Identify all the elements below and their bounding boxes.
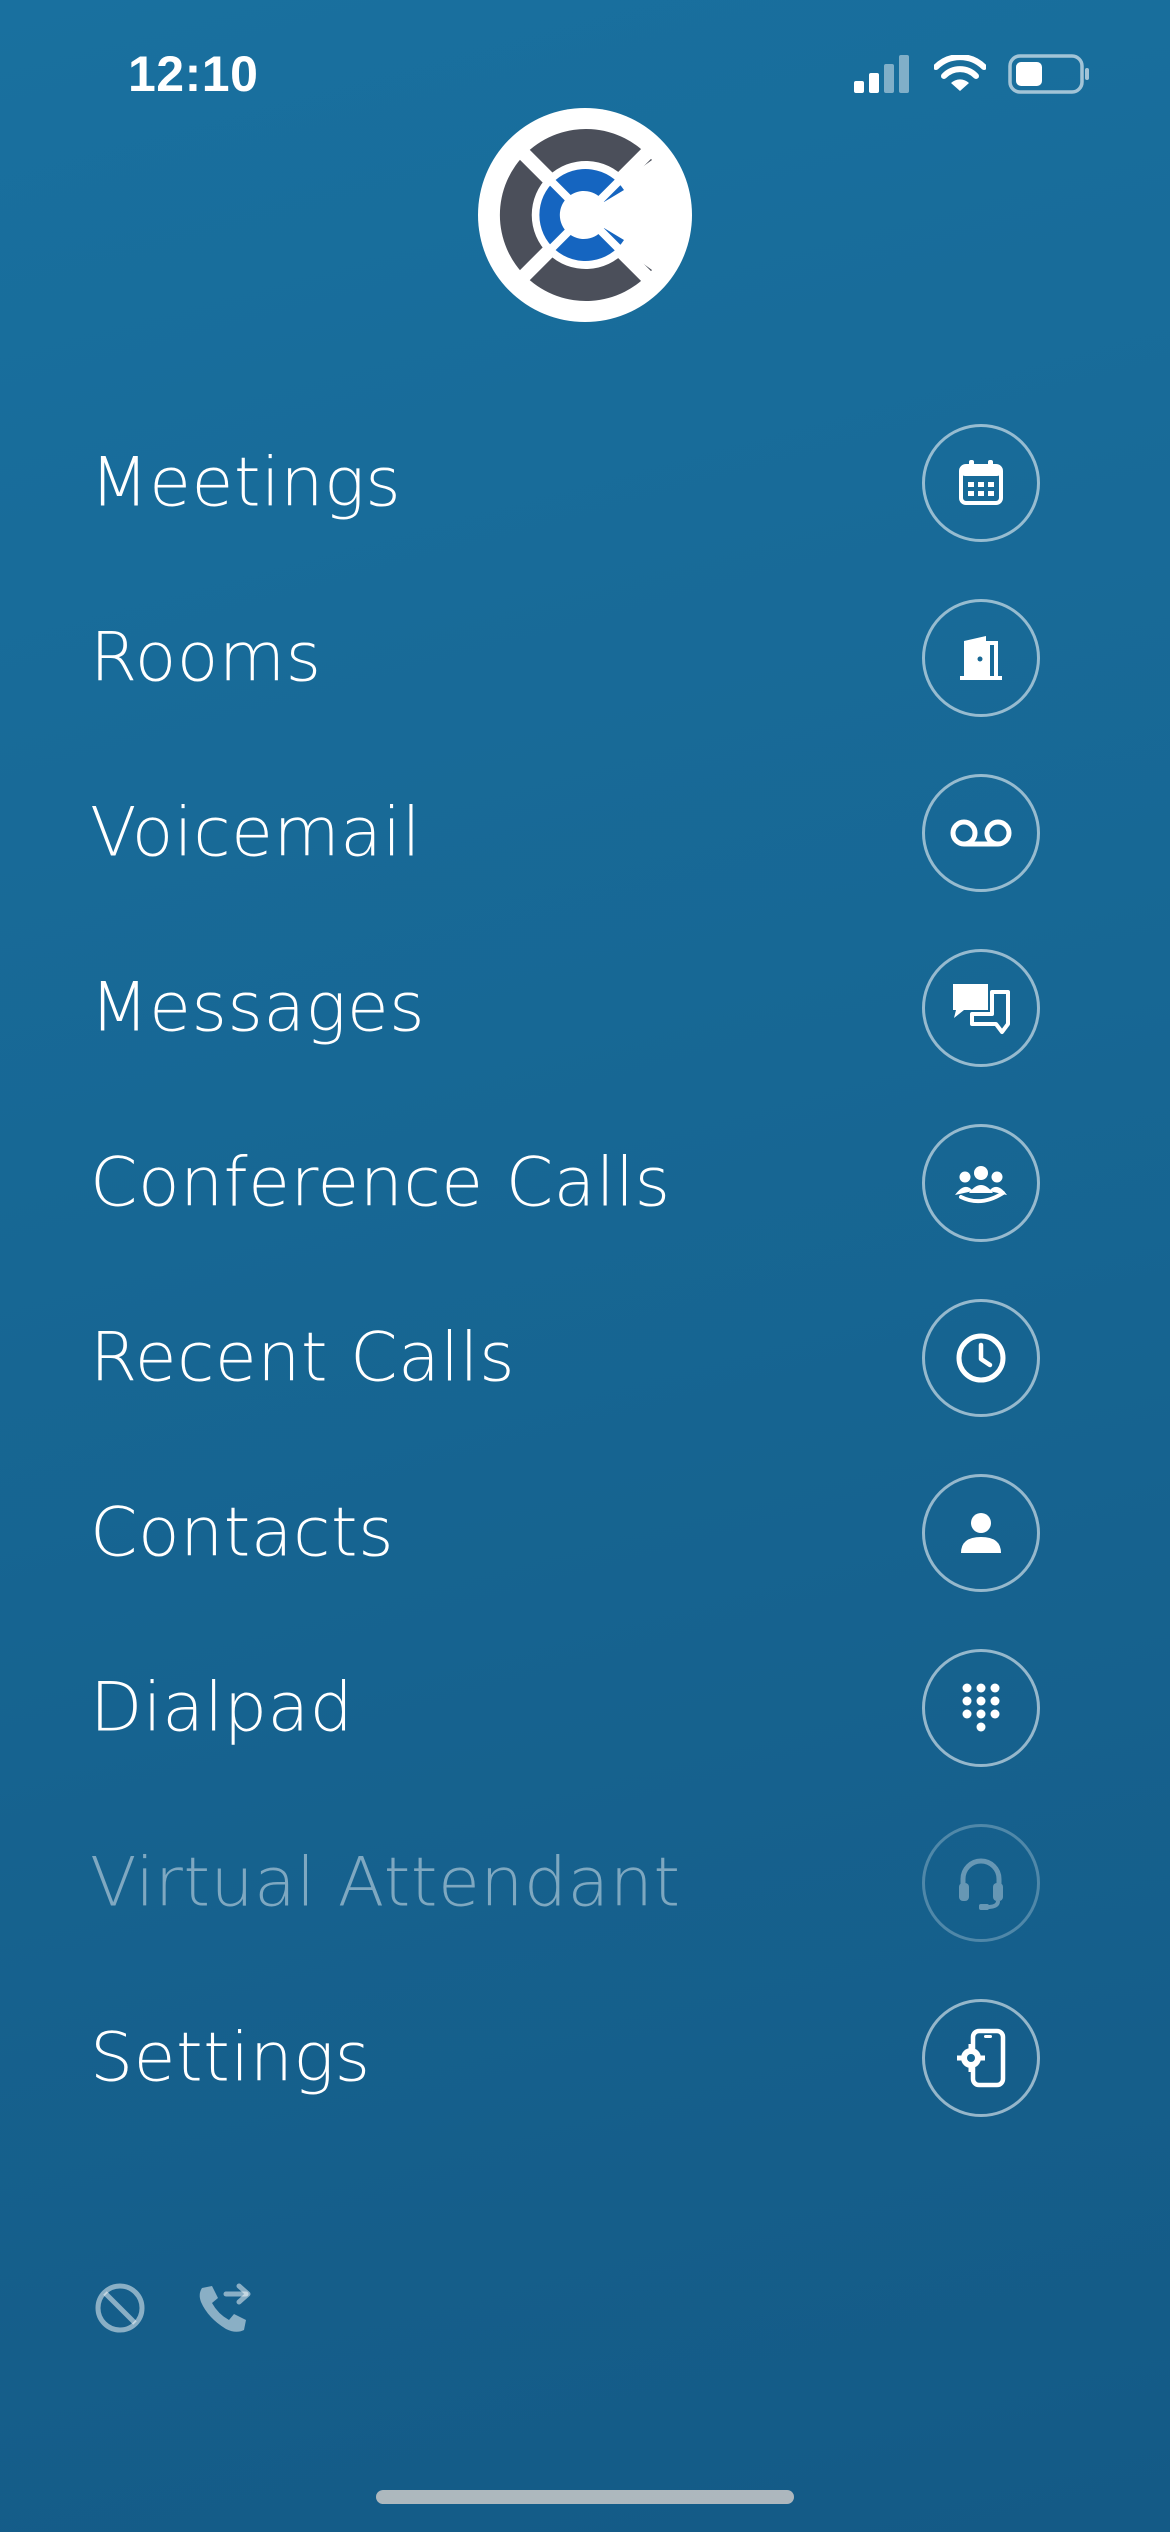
person-icon <box>961 1513 1001 1553</box>
messages-button[interactable] <box>922 949 1040 1067</box>
call-forward-icon[interactable] <box>196 2280 256 2340</box>
voicemail-icon <box>950 819 1012 847</box>
menu-item-messages[interactable]: Messages <box>0 933 1170 1083</box>
menu-item-meetings[interactable]: Meetings <box>0 408 1170 558</box>
menu-item-recent-calls[interactable]: Recent Calls <box>0 1283 1170 1433</box>
menu-item-label: Dialpad <box>90 1668 354 1748</box>
door-icon <box>960 636 1002 680</box>
dialpad-button[interactable] <box>922 1649 1040 1767</box>
virtual-attendant-button <box>922 1824 1040 1942</box>
menu-item-conference-calls[interactable]: Conference Calls <box>0 1108 1170 1258</box>
menu-item-label: Settings <box>90 2018 371 2098</box>
do-not-disturb-icon[interactable] <box>92 2280 148 2340</box>
headset-icon <box>959 1858 1003 1910</box>
menu-item-voicemail[interactable]: Voicemail <box>0 758 1170 908</box>
contacts-button[interactable] <box>922 1474 1040 1592</box>
menu-item-label: Virtual Attendant <box>90 1843 681 1923</box>
app-screen: 12:10 Meetings Rooms Voicemail Messages … <box>0 0 1170 2532</box>
status-icons <box>854 54 1090 98</box>
menu-item-dialpad[interactable]: Dialpad <box>0 1633 1170 1783</box>
menu-item-rooms[interactable]: Rooms <box>0 583 1170 733</box>
recent-calls-button[interactable] <box>922 1299 1040 1417</box>
home-indicator[interactable] <box>376 2490 794 2504</box>
calendar-icon <box>959 460 1003 505</box>
menu-item-label: Messages <box>90 968 426 1048</box>
menu-item-label: Rooms <box>90 618 322 698</box>
conference-calls-button[interactable] <box>922 1124 1040 1242</box>
menu-item-label: Recent Calls <box>90 1318 515 1398</box>
menu-item-label: Contacts <box>90 1493 394 1573</box>
meetings-button[interactable] <box>922 424 1040 542</box>
voicemail-button[interactable] <box>922 774 1040 892</box>
status-time: 12:10 <box>128 46 259 102</box>
phone-settings-icon <box>957 2028 1006 2088</box>
menu-item-label: Voicemail <box>90 793 422 873</box>
clock-icon <box>956 1333 1006 1383</box>
rooms-button[interactable] <box>922 599 1040 717</box>
app-logo-icon <box>478 108 692 322</box>
cellular-signal-icon <box>854 55 912 97</box>
menu-item-virtual-attendant: Virtual Attendant <box>0 1808 1170 1958</box>
menu-item-settings[interactable]: Settings <box>0 1983 1170 2133</box>
battery-icon <box>1008 54 1090 98</box>
dialpad-icon <box>962 1683 1000 1732</box>
wifi-icon <box>933 54 987 97</box>
menu-item-contacts[interactable]: Contacts <box>0 1458 1170 1608</box>
chat-bubbles-icon <box>953 984 1010 1034</box>
menu-item-label: Conference Calls <box>90 1143 671 1223</box>
settings-button[interactable] <box>922 1999 1040 2117</box>
menu-item-label: Meetings <box>90 443 402 523</box>
group-icon <box>955 1166 1007 1204</box>
